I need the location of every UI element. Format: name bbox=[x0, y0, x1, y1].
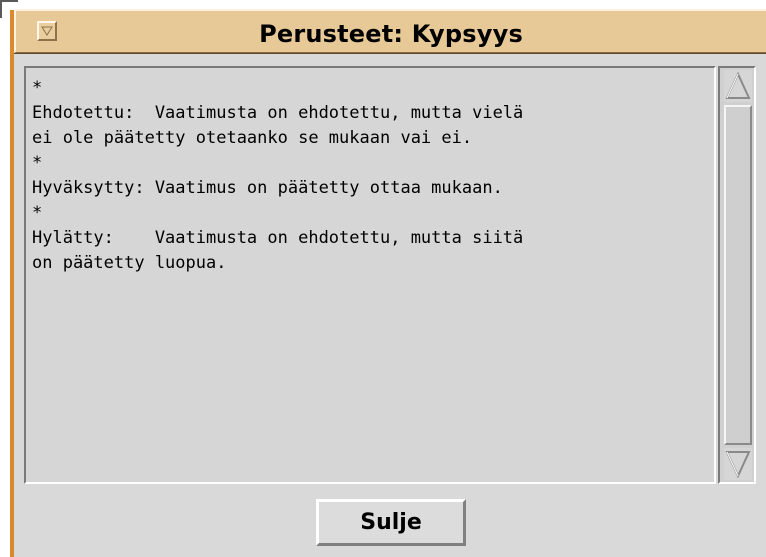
scroll-down-button[interactable] bbox=[724, 448, 752, 480]
close-button[interactable]: Sulje bbox=[316, 499, 466, 546]
close-button-label: Sulje bbox=[360, 510, 422, 535]
scroll-down-arrow-icon bbox=[725, 451, 751, 479]
scroll-up-button[interactable] bbox=[724, 70, 752, 102]
title-divider bbox=[14, 53, 766, 54]
title-bar: Perusteet: Kypsyys bbox=[14, 9, 766, 53]
scroll-track[interactable] bbox=[724, 105, 752, 445]
content-text: * Ehdotettu: Vaatimusta on ehdotettu, mu… bbox=[32, 78, 524, 273]
window-title: Perusteet: Kypsyys bbox=[259, 20, 523, 48]
content-text-area[interactable]: * Ehdotettu: Vaatimusta on ehdotettu, mu… bbox=[24, 66, 716, 484]
vertical-scrollbar[interactable] bbox=[718, 66, 756, 484]
scroll-up-arrow-icon bbox=[725, 71, 751, 99]
